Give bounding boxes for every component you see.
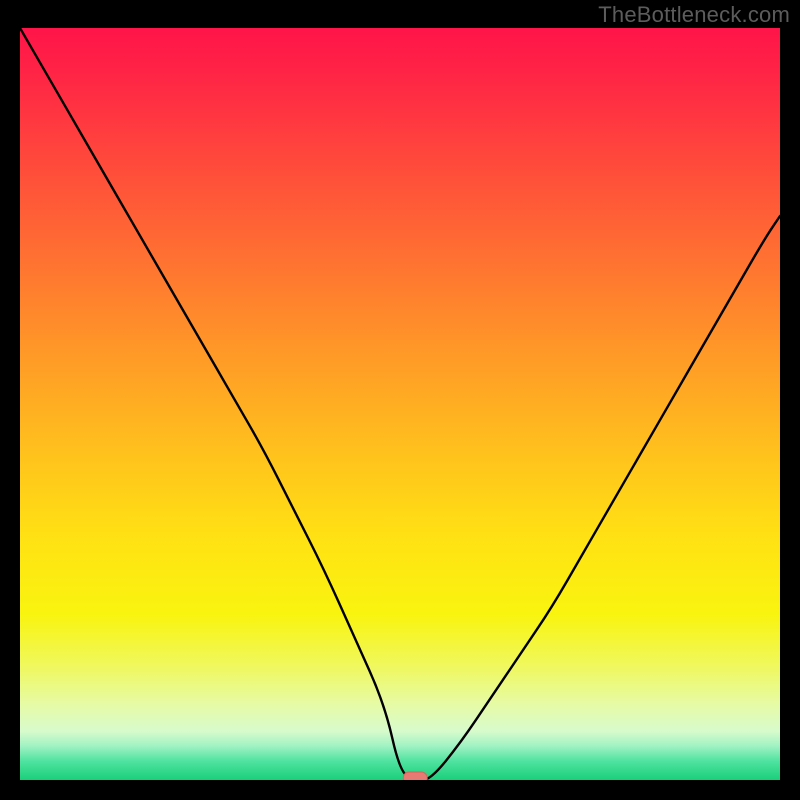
chart-frame: TheBottleneck.com [0, 0, 800, 800]
chart-svg [20, 28, 780, 780]
plot-area [20, 28, 780, 780]
watermark-text: TheBottleneck.com [598, 2, 790, 28]
optimum-marker [403, 772, 427, 780]
gradient-rect [20, 28, 780, 780]
